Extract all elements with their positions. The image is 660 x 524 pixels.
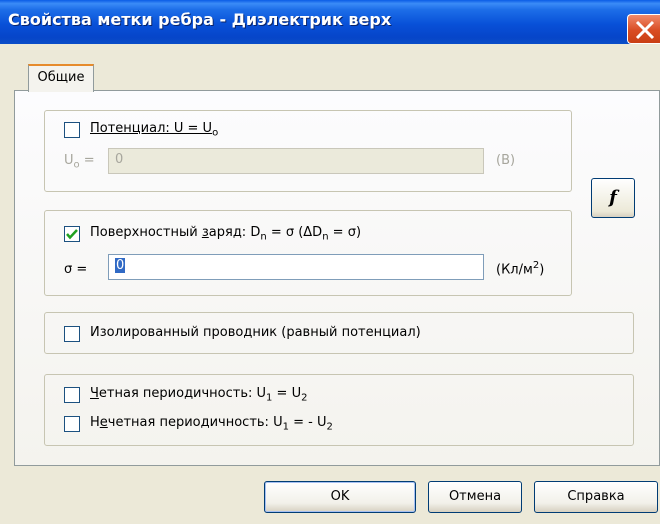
sigma-unit: (Кл/м2) xyxy=(496,260,544,277)
potential-label: Потенциал: U = Uo xyxy=(90,121,218,139)
potential-value-label-eq: = xyxy=(79,153,95,168)
surface-charge-label-pre: Поверхностный xyxy=(90,225,202,240)
surface-charge-formula: = σ (ΔD xyxy=(266,225,323,240)
even-periodicity-sub2: 2 xyxy=(301,392,308,404)
ok-button[interactable]: OK xyxy=(264,481,416,513)
close-icon xyxy=(635,20,655,40)
window-title: Свойства метки ребра - Диэлектрик верх xyxy=(8,10,392,29)
surface-charge-label-post: аряд: D xyxy=(208,225,261,240)
even-periodicity-eq: = U xyxy=(272,386,302,401)
odd-periodicity-accel: е xyxy=(99,415,108,430)
tab-general[interactable]: Общие xyxy=(28,64,94,92)
surface-charge-checkbox[interactable] xyxy=(64,226,80,242)
odd-periodicity-sub2: 2 xyxy=(326,421,333,433)
periodicity-group xyxy=(44,374,634,446)
surface-charge-label: Поверхностный заряд: Dn = σ (ΔDn = σ) xyxy=(90,225,361,243)
tab-general-label: Общие xyxy=(37,70,85,85)
isolated-conductor-label: Изолированный проводник (равный потенциа… xyxy=(90,325,421,340)
odd-periodicity-eq: = - U xyxy=(288,415,327,430)
even-periodicity-label: Четная периодичность: U1 = U2 xyxy=(90,386,307,404)
odd-periodicity-label: Нечетная периодичность: U1 = - U2 xyxy=(90,415,333,433)
sigma-unit-text: (Кл/м xyxy=(496,262,533,278)
sigma-unit-end: ) xyxy=(539,262,545,278)
potential-value-input[interactable]: 0 xyxy=(108,148,484,174)
odd-periodicity-checkbox[interactable] xyxy=(64,416,80,432)
potential-value-text: 0 xyxy=(115,152,124,167)
help-button[interactable]: Справка xyxy=(534,481,658,513)
close-button[interactable] xyxy=(627,14,660,44)
sigma-input[interactable]: 0 xyxy=(108,254,484,280)
odd-periodicity-text: четная периодичность: U xyxy=(107,415,283,430)
surface-charge-label-accel: з xyxy=(201,225,209,240)
odd-periodicity-pre: Н xyxy=(90,415,100,430)
sigma-value-text: 0 xyxy=(115,258,126,273)
potential-value-label-text: U xyxy=(64,153,74,168)
function-button[interactable]: f xyxy=(591,178,635,218)
title-bar: Свойства метки ребра - Диэлектрик верх xyxy=(0,0,660,44)
check-icon xyxy=(66,229,78,240)
function-button-label: f xyxy=(609,187,617,208)
sigma-label: σ = xyxy=(64,262,88,277)
potential-checkbox[interactable] xyxy=(64,122,80,138)
surface-charge-group xyxy=(44,210,572,296)
potential-label-sub: o xyxy=(212,127,219,139)
surface-charge-formula-end: = σ) xyxy=(328,225,362,240)
even-periodicity-text: етная периодичность: U xyxy=(98,386,267,401)
cancel-button[interactable]: Отмена xyxy=(428,481,522,513)
potential-value-label: Uo = xyxy=(64,153,95,171)
even-periodicity-accel: Ч xyxy=(90,386,99,401)
potential-unit: (В) xyxy=(496,153,516,168)
even-periodicity-checkbox[interactable] xyxy=(64,387,80,403)
potential-label-text: Потенциал: U = U xyxy=(90,121,213,136)
isolated-conductor-checkbox[interactable] xyxy=(64,326,80,342)
